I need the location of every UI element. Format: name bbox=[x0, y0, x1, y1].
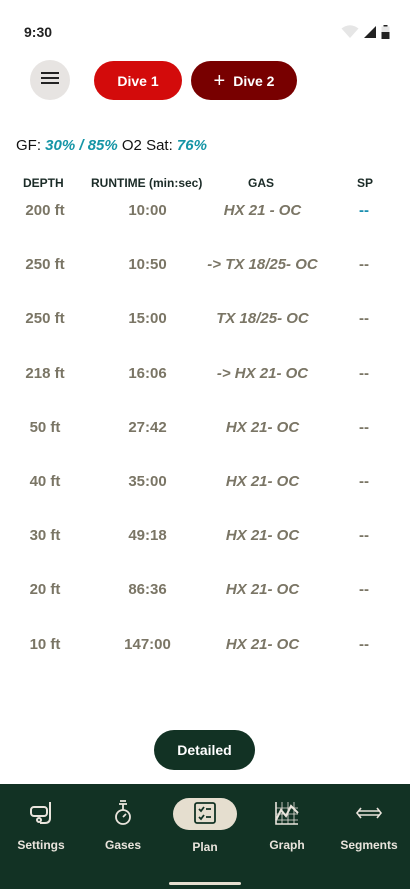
detailed-button-label: Detailed bbox=[177, 742, 232, 758]
o2-sat-label: O2 Sat: bbox=[121, 137, 173, 154]
nav-item-graph[interactable]: Graph bbox=[246, 798, 328, 852]
o2-sat-value: 76% bbox=[176, 137, 207, 154]
gf-o2-summary: GF: 30% / 85% O2 Sat: 76% bbox=[16, 137, 207, 154]
home-indicator[interactable] bbox=[169, 882, 241, 885]
runtime-cell: 35:00 bbox=[128, 472, 167, 490]
table-row: 20 ft 86:36 HX 21- OC -- bbox=[0, 575, 410, 629]
checklist-icon bbox=[194, 801, 216, 827]
dive-2-label: Dive 2 bbox=[233, 72, 275, 89]
depth-cell: 40 ft bbox=[29, 472, 61, 490]
status-time: 9:30 bbox=[24, 24, 53, 40]
nav-active-indicator bbox=[173, 798, 237, 830]
status-bar: 9:30 bbox=[0, 0, 410, 60]
table-row: 30 ft 49:18 HX 21- OC -- bbox=[0, 521, 410, 575]
runtime-cell: 49:18 bbox=[128, 527, 167, 545]
table-row: 10 ft 147:00 HX 21- OC -- bbox=[0, 630, 410, 684]
nav-item-gases[interactable]: Gases bbox=[82, 798, 164, 852]
table-row: 250 ft 15:00 TX 18/25- OC -- bbox=[0, 304, 410, 358]
table-row: 218 ft 16:06 -> HX 21- OC -- bbox=[0, 359, 410, 413]
status-icons bbox=[341, 25, 390, 44]
sp-cell: -- bbox=[359, 256, 369, 274]
gas-cell: HX 21- OC bbox=[225, 581, 300, 599]
sp-cell: -- bbox=[359, 635, 369, 653]
runtime-cell: 10:00 bbox=[128, 202, 167, 219]
table-row: 200 ft 10:00 HX 21 - OC -- bbox=[0, 196, 410, 250]
runtime-cell: 16:06 bbox=[128, 364, 167, 382]
sp-cell: -- bbox=[359, 202, 369, 219]
header-runtime: RUNTIME (min:sec) bbox=[91, 176, 203, 190]
gas-cell: TX 18/25- OC bbox=[216, 310, 309, 328]
battery-icon bbox=[381, 25, 390, 44]
depth-cell: 20 ft bbox=[29, 581, 61, 599]
gas-cell: HX 21- OC bbox=[225, 472, 300, 490]
plan-table-header: DEPTH RUNTIME (min:sec) GAS SP bbox=[0, 176, 410, 190]
runtime-cell: 27:42 bbox=[128, 418, 167, 436]
gas-tank-icon bbox=[82, 798, 164, 828]
depth-cell: 250 ft bbox=[25, 256, 65, 274]
nav-label-gases: Gases bbox=[104, 838, 142, 852]
gas-cell: -> TX 18/25- OC bbox=[207, 256, 318, 274]
depth-cell: 50 ft bbox=[29, 418, 61, 436]
dive-1-label: Dive 1 bbox=[117, 72, 159, 89]
sp-cell: -- bbox=[359, 364, 369, 382]
gas-cell: HX 21- OC bbox=[225, 527, 300, 545]
nav-item-settings[interactable]: Settings bbox=[0, 798, 82, 852]
gf-value: 30% / 85% bbox=[45, 137, 118, 154]
wifi-icon bbox=[341, 25, 359, 44]
bottom-nav: Settings Gases Plan Graph Segments bbox=[0, 784, 410, 889]
nav-label-graph: Graph bbox=[269, 838, 305, 852]
nav-label-segments: Segments bbox=[340, 838, 398, 852]
runtime-cell: 86:36 bbox=[128, 581, 167, 599]
sp-cell: -- bbox=[359, 310, 369, 328]
nav-label-settings: Settings bbox=[17, 838, 65, 852]
runtime-cell: 15:00 bbox=[128, 310, 167, 328]
menu-button[interactable] bbox=[30, 60, 70, 100]
gas-cell: -> HX 21- OC bbox=[216, 364, 309, 382]
double-arrow-icon bbox=[328, 798, 410, 828]
add-dive-2-button[interactable]: + Dive 2 bbox=[191, 61, 297, 100]
nav-item-segments[interactable]: Segments bbox=[328, 798, 410, 852]
plan-table: 200 ft 10:00 HX 21 - OC -- 250 ft 10:50 … bbox=[0, 196, 410, 684]
header-depth: DEPTH bbox=[23, 176, 64, 190]
gf-label: GF: bbox=[16, 137, 41, 154]
sp-cell: -- bbox=[359, 418, 369, 436]
table-row: 50 ft 27:42 HX 21- OC -- bbox=[0, 413, 410, 467]
graph-icon bbox=[246, 798, 328, 828]
depth-cell: 10 ft bbox=[29, 635, 61, 653]
runtime-cell: 10:50 bbox=[128, 256, 167, 274]
gas-cell: HX 21- OC bbox=[225, 635, 300, 653]
plus-icon: + bbox=[213, 69, 226, 92]
detailed-button[interactable]: Detailed bbox=[154, 730, 255, 770]
table-row: 250 ft 10:50 -> TX 18/25- OC -- bbox=[0, 250, 410, 304]
nav-label-plan: Plan bbox=[192, 840, 218, 854]
depth-cell: 250 ft bbox=[25, 310, 65, 328]
gas-cell: HX 21- OC bbox=[225, 418, 300, 436]
sp-cell: -- bbox=[359, 527, 369, 545]
snorkel-mask-icon bbox=[0, 798, 82, 828]
table-row: 40 ft 35:00 HX 21- OC -- bbox=[0, 467, 410, 521]
nav-item-plan[interactable]: Plan bbox=[164, 798, 246, 854]
sp-cell: -- bbox=[359, 472, 369, 490]
depth-cell: 200 ft bbox=[25, 202, 65, 219]
runtime-cell: 147:00 bbox=[124, 635, 171, 653]
depth-cell: 30 ft bbox=[29, 527, 61, 545]
header-gas: GAS bbox=[248, 176, 275, 190]
hamburger-menu-icon bbox=[41, 71, 59, 90]
sp-cell: -- bbox=[359, 581, 369, 599]
dive-1-button[interactable]: Dive 1 bbox=[94, 61, 182, 100]
header-sp: SP bbox=[357, 176, 374, 190]
depth-cell: 218 ft bbox=[25, 364, 65, 382]
signal-icon bbox=[363, 25, 377, 44]
gas-cell: HX 21 - OC bbox=[223, 202, 302, 219]
